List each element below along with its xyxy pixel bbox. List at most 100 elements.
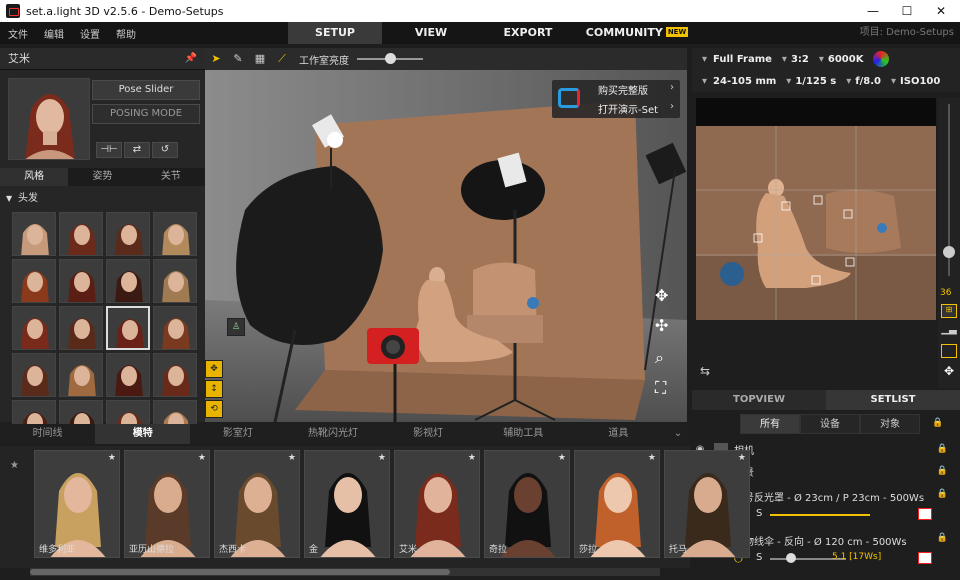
minimize-button[interactable]: — [856,0,890,22]
model-card[interactable]: ★ 维多利亚 [34,450,120,558]
slider-handle[interactable] [943,246,955,258]
collapse-icon[interactable]: ⌄ [666,424,690,444]
zoom-icon[interactable]: ⌕ [655,348,664,368]
hair-style-item[interactable] [59,353,103,397]
filter-objects[interactable]: 对象 [860,414,920,434]
menu-edit[interactable]: 编辑 [36,26,72,41]
posing-mode-button[interactable]: POSING MODE [92,104,200,124]
favorite-star-icon[interactable]: ★ [108,453,116,463]
tab-setup[interactable]: SETUP [288,22,382,44]
filter-equipment[interactable]: 设备 [800,414,860,434]
lock-icon[interactable]: 🔒 [937,444,948,454]
frame-icon[interactable]: ⊞ [941,304,957,318]
lock-icon[interactable]: 🔒 [937,533,948,543]
pose-slider-button[interactable]: Pose Slider [92,80,200,100]
hair-style-item[interactable] [12,353,56,397]
model-card[interactable]: ★ 莎拉 [574,450,660,558]
measure-tool-icon[interactable]: ✎ [227,48,249,70]
hair-style-item[interactable] [153,353,197,397]
tab-speedlights[interactable]: 热靴闪光灯 [285,424,380,444]
histogram-icon[interactable]: ▁▃ [941,324,957,338]
model-card[interactable]: ★ 艾米 [394,450,480,558]
shutter-select[interactable]: 1/125 s [795,76,836,87]
tab-style[interactable]: 风格 [0,168,69,186]
model-card[interactable]: ★ 杰西卡 [214,450,300,558]
fit-view-icon[interactable]: ⛶ [655,378,666,398]
focal-length-slider[interactable]: 36 ⊞ ▁▃ ✥ [938,98,960,388]
menu-help[interactable]: 帮助 [108,26,144,41]
s-toggle[interactable]: S [756,552,762,563]
tab-export[interactable]: EXPORT [478,22,578,44]
tab-setlist[interactable]: SETLIST [826,390,960,410]
power-slider[interactable] [770,514,870,516]
model-card[interactable]: ★ 亚历山德拉 [124,450,210,558]
open-demo-link[interactable]: 打开演示-Set [598,101,658,116]
favorite-star-icon[interactable]: ★ [198,453,206,463]
close-button[interactable]: ✕ [924,0,958,22]
tab-accessories[interactable]: 辅助工具 [476,424,571,444]
move-tool-icon[interactable]: ✥ [205,360,223,378]
pose-reset-icon[interactable]: ↺ [152,142,178,158]
filter-all[interactable]: 所有 [740,414,800,434]
pose-copy-icon[interactable]: ⇄ [124,142,150,158]
iso-select[interactable]: ISO100 [900,76,940,87]
hair-style-item[interactable] [59,306,103,350]
grid-icon[interactable]: ▦ [249,48,271,70]
model-card[interactable]: ★ 托马 [664,450,750,558]
hair-style-item[interactable] [106,259,150,303]
lock-icon[interactable]: 🔒 [932,418,943,428]
swap-view-icon[interactable]: ⇆ [700,364,710,378]
pin-icon[interactable]: 📌 [185,48,197,70]
hair-style-item[interactable] [153,212,197,256]
favorite-star-icon[interactable]: ★ [648,453,656,463]
model-card[interactable]: ★ 金 [304,450,390,558]
hair-style-item[interactable] [153,306,197,350]
select-tool-icon[interactable]: ➤ [205,48,227,70]
favorite-star-icon[interactable]: ★ [288,453,296,463]
flash-off-icon[interactable] [918,552,932,564]
hair-style-item[interactable] [12,212,56,256]
tab-view[interactable]: VIEW [384,22,478,44]
flash-off-icon[interactable] [918,508,932,520]
tab-models[interactable]: 模特 [95,424,191,444]
model-scrollbar-thumb[interactable] [30,569,450,575]
favorite-star-icon[interactable]: ★ [468,453,476,463]
rotate-tool-icon[interactable]: ⟲ [205,400,223,418]
hair-section-header[interactable]: ▼ 头发 [0,190,205,208]
brightness-slider[interactable] [357,53,423,64]
tab-props[interactable]: 道具 [571,424,666,444]
lock-icon[interactable]: 🔒 [937,466,948,476]
aspect-icon[interactable] [941,344,957,358]
tab-joints[interactable]: 关节 [137,168,205,186]
hair-style-item[interactable] [59,212,103,256]
color-wheel-icon[interactable] [873,51,890,67]
maximize-button[interactable]: ☐ [890,0,924,22]
mirror-icon[interactable]: ⊣⊢ [96,142,122,158]
favorite-star-icon[interactable]: ★ [378,453,386,463]
height-tool-icon[interactable]: ↕ [205,380,223,398]
tab-video-lights[interactable]: 影视灯 [381,424,476,444]
navigate-icon[interactable]: ✥ [941,364,957,378]
studio-viewport[interactable]: ✥ ✣ ⌕ ⛶ [205,70,687,422]
hair-style-item[interactable] [12,306,56,350]
hair-style-item[interactable] [106,212,150,256]
camera-preview[interactable] [696,98,936,320]
pan-icon[interactable]: ✥ [655,286,668,305]
tab-timeline[interactable]: 时间线 [0,424,95,444]
favorites-star-icon[interactable]: ★ [10,460,19,471]
hair-style-item[interactable] [59,259,103,303]
hair-style-item[interactable] [12,259,56,303]
model-card[interactable]: ★ 奇拉 [484,450,570,558]
power-slider-handle[interactable] [786,553,796,563]
tab-community[interactable]: COMMUNITY NEW [582,22,692,44]
hair-style-item[interactable] [106,353,150,397]
favorite-star-icon[interactable]: ★ [558,453,566,463]
hair-style-item[interactable] [106,306,150,350]
model-pose-icon[interactable]: ♙ [227,318,245,336]
ratio-select[interactable]: 3:2 [791,54,809,65]
move-icon[interactable]: ✣ [655,316,668,335]
lens-select[interactable]: 24-105 mm [713,76,776,87]
favorite-star-icon[interactable]: ★ [738,453,746,463]
tab-topview[interactable]: TOPVIEW [692,390,826,410]
buy-full-link[interactable]: 购买完整版 [598,82,648,97]
